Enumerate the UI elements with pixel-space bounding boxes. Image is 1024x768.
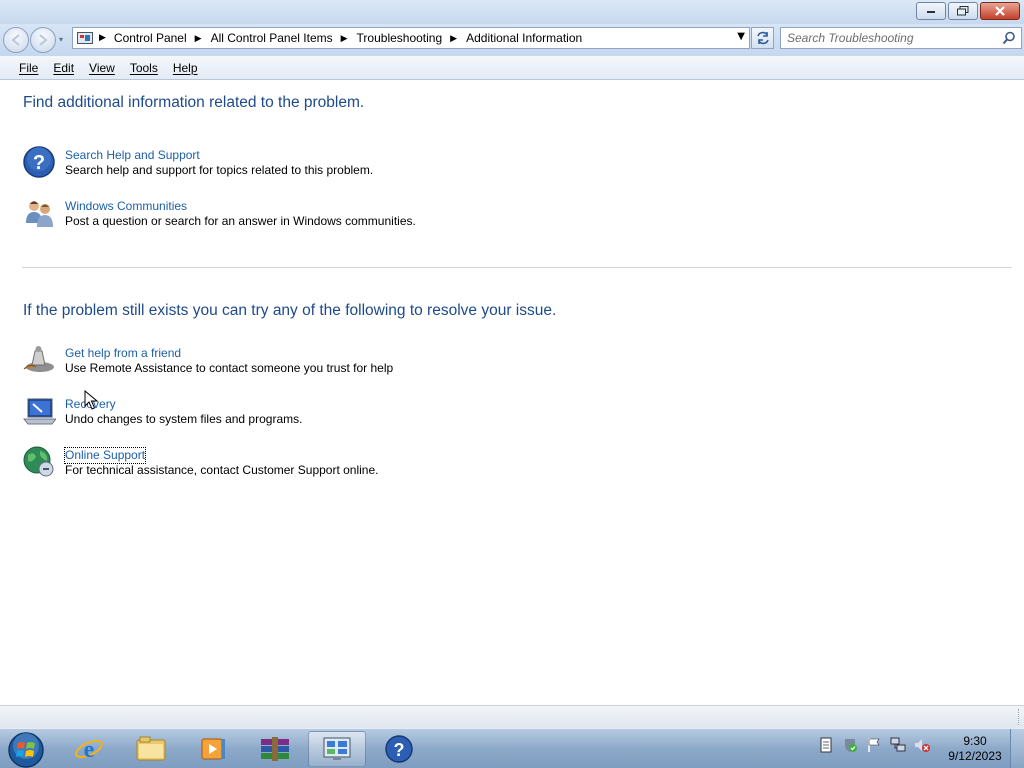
control-panel-icon: [77, 32, 93, 44]
online-support-link[interactable]: Online Support: [63, 447, 147, 464]
search-icon[interactable]: [1002, 31, 1016, 45]
forward-button[interactable]: [30, 27, 56, 53]
menu-view[interactable]: View: [89, 61, 115, 75]
menu-file[interactable]: File: [19, 61, 38, 75]
windows-communities-description: Post a question or search for an answer …: [65, 214, 416, 228]
svg-text:e: e: [84, 737, 95, 763]
search-input[interactable]: [787, 31, 999, 45]
remote-assistance-icon[interactable]: [22, 343, 56, 377]
close-icon: [995, 6, 1005, 16]
network-icon[interactable]: [890, 737, 906, 753]
control-panel-icon: [323, 737, 351, 760]
breadcrumb-all-items[interactable]: All Control Panel Items: [211, 31, 333, 45]
taskbar-internet-explorer[interactable]: e: [60, 731, 118, 767]
svg-text:?: ?: [33, 152, 45, 174]
windows-communities-icon[interactable]: [22, 196, 56, 230]
windows-logo-icon: [8, 732, 44, 768]
search-help-support-description: Search help and support for topics relat…: [65, 163, 374, 177]
address-bar[interactable]: ▶ Control Panel ▶ All Control Panel Item…: [72, 27, 750, 49]
taskbar-windows-explorer[interactable]: [122, 731, 180, 767]
breadcrumb-control-panel[interactable]: Control Panel: [114, 31, 187, 45]
resize-grip[interactable]: [1018, 709, 1022, 725]
internet-explorer-icon: e: [75, 737, 103, 763]
refresh-button[interactable]: [751, 27, 774, 49]
list-item-help-support: ? Search Help and Support Search help an…: [22, 145, 373, 179]
close-button[interactable]: [980, 2, 1020, 20]
search-help-support-link[interactable]: Search Help and Support: [65, 148, 200, 163]
taskbar-winrar[interactable]: [246, 731, 304, 767]
recent-pages-dropdown[interactable]: ▾: [59, 35, 63, 44]
get-help-from-friend-description: Use Remote Assistance to contact someone…: [65, 361, 394, 375]
taskbar-control-panel[interactable]: [308, 731, 366, 767]
taskbar-clock[interactable]: 9:30 9/12/2023: [946, 734, 1004, 764]
window-controls: [914, 2, 1020, 20]
back-button[interactable]: [3, 27, 29, 53]
show-desktop-button[interactable]: [1010, 729, 1024, 768]
list-item-get-help-from-friend: Get help from a friend Use Remote Assist…: [22, 343, 393, 377]
page-heading: Find additional information related to t…: [23, 94, 365, 111]
menu-help[interactable]: Help: [173, 61, 198, 75]
forward-arrow-icon: [39, 34, 48, 46]
windows-communities-link[interactable]: Windows Communities: [65, 199, 187, 214]
online-support-icon[interactable]: [22, 445, 56, 479]
section-divider: [22, 267, 1012, 268]
system-tray: [818, 737, 938, 753]
help-support-icon[interactable]: ?: [22, 145, 56, 179]
recovery-icon[interactable]: [22, 394, 56, 428]
list-item-online-support: Online Support For technical assistance,…: [22, 445, 379, 479]
security-shield-icon[interactable]: [842, 737, 858, 753]
chevron-down-icon[interactable]: ▼: [737, 31, 745, 42]
action-center-flag-icon[interactable]: [866, 737, 882, 753]
menu-tools[interactable]: Tools: [130, 61, 158, 75]
start-button[interactable]: [2, 731, 50, 768]
menu-edit[interactable]: Edit: [53, 61, 74, 75]
breadcrumb-arrow-icon[interactable]: ▶: [341, 33, 348, 44]
refresh-icon: [756, 31, 769, 45]
minimize-button[interactable]: [916, 2, 946, 20]
svg-text:?: ?: [394, 740, 405, 760]
breadcrumb: Control Panel ▶ All Control Panel Items …: [114, 31, 582, 45]
taskbar-help[interactable]: ?: [370, 731, 428, 767]
breadcrumb-arrow-icon[interactable]: ▶: [450, 33, 457, 44]
recovery-description: Undo changes to system files and program…: [65, 412, 303, 426]
minimize-icon: [927, 11, 935, 13]
restore-button[interactable]: [948, 2, 978, 20]
list-item-windows-communities: Windows Communities Post a question or s…: [22, 196, 416, 230]
list-item-recovery: Recovery Undo changes to system files an…: [22, 394, 302, 428]
winrar-icon: [261, 737, 289, 761]
online-support-description: For technical assistance, contact Custom…: [65, 463, 379, 477]
menu-bar: File Edit View Tools Help: [0, 56, 1024, 80]
notes-icon[interactable]: [818, 737, 834, 753]
breadcrumb-arrow-icon[interactable]: ▶: [195, 33, 202, 44]
taskbar: e ? 9:30 9/12/2023: [0, 728, 1024, 768]
section-heading: If the problem still exists you can try …: [23, 302, 557, 319]
mouse-pointer-icon: [84, 390, 98, 410]
back-arrow-icon: [11, 34, 20, 46]
status-bar: [0, 705, 1024, 728]
help-icon: ?: [385, 735, 413, 763]
clock-date: 9/12/2023: [948, 749, 1002, 763]
breadcrumb-troubleshooting[interactable]: Troubleshooting: [357, 31, 443, 45]
breadcrumb-separator-icon[interactable]: ▶: [99, 33, 106, 43]
volume-muted-icon[interactable]: [914, 737, 930, 753]
title-bar: [0, 0, 1024, 24]
windows-explorer-icon: [136, 736, 166, 761]
content-pane: Find additional information related to t…: [0, 81, 1024, 705]
taskbar-media-player[interactable]: [184, 731, 242, 767]
search-box: [780, 27, 1022, 49]
restore-icon: [957, 6, 969, 16]
get-help-from-friend-link[interactable]: Get help from a friend: [65, 346, 181, 361]
media-player-icon: [201, 738, 225, 760]
breadcrumb-additional-information[interactable]: Additional Information: [466, 31, 582, 45]
clock-time: 9:30: [963, 734, 987, 748]
